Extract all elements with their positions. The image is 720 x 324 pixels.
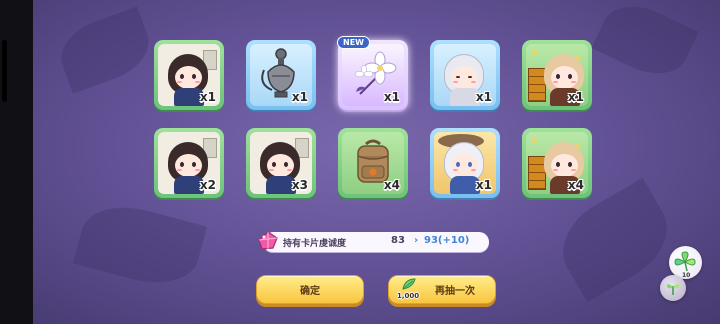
draw-again-button-label: 再抽一次 [435,286,475,297]
camera-notch [2,40,7,102]
result-card-white-flower[interactable]: x1 [338,40,408,110]
card-quantity: x1 [475,178,492,192]
card-quantity: x2 [199,178,216,192]
card-quantity: x1 [199,90,216,104]
card-quantity: x3 [291,178,308,192]
device-bezel [0,0,33,324]
card-quantity: x1 [475,90,492,104]
result-card-girl-dark-hair[interactable]: x3 [246,128,316,198]
side-secondary-button[interactable] [660,275,686,301]
card-quantity: x1 [383,90,400,104]
result-card-girl-dark-hair[interactable]: x2 [154,128,224,198]
result-card-girl-blonde-braids[interactable]: ✦ ✦ x1 [522,40,592,110]
confirm-button[interactable]: 确定 [256,275,364,304]
leaf-currency-icon [402,278,416,290]
background-leaf [52,6,158,94]
gacha-result-screen: x1 x1 x1 NEW x1 ✦ x1 x2 x3 x4 x1 ✦ x4 持有… [0,0,720,324]
draw-cost: 1,000 [397,292,420,300]
result-card-censer[interactable]: x1 [246,40,316,110]
background-leaf [591,0,699,87]
affection-arrow-icon: › [414,235,419,246]
result-card-girl-dark-hair[interactable]: x1 [154,40,224,110]
result-card-girl-blonde-braids[interactable]: ✦ ✦ x4 [522,128,592,198]
sparkle-icon: ✦ [530,46,540,59]
affection-label: 持有卡片虔诚度 [283,239,347,249]
result-card-girl-white-hair-sleeping[interactable]: x1 [430,40,500,110]
sprout-icon [666,284,680,295]
card-quantity: x1 [567,90,584,104]
sparkle-icon: ✦ [530,134,540,147]
affection-current: 83 [391,235,405,246]
affection-result: 93(+10) [424,235,470,246]
confirm-button-label: 确定 [300,286,320,297]
background-leaf [72,195,208,295]
card-quantity: x1 [291,90,308,104]
new-badge: NEW [337,36,370,49]
card-quantity: x4 [383,178,400,192]
result-card-backpack[interactable]: x4 [338,128,408,198]
result-card-girl-white-hair-hat[interactable]: x1 [430,128,500,198]
card-quantity: x4 [567,178,584,192]
pink-gem-icon [258,231,278,250]
